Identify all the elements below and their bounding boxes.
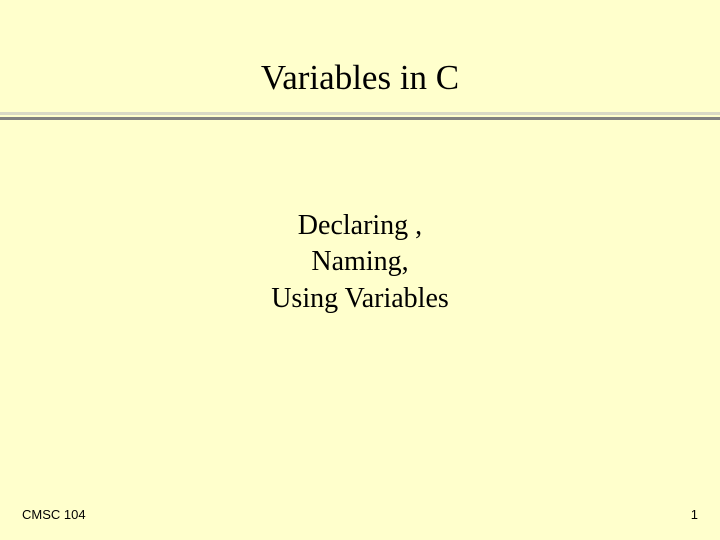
subtitle-line-3: Using Variables (0, 281, 720, 317)
footer-course: CMSC 104 (22, 507, 86, 522)
subtitle-line-1: Declaring , (0, 208, 720, 244)
divider-dark (0, 117, 720, 120)
divider-light (0, 112, 720, 115)
slide-subtitle: Declaring , Naming, Using Variables (0, 208, 720, 317)
slide-title: Variables in C (0, 58, 720, 98)
title-divider (0, 112, 720, 120)
footer-page-number: 1 (691, 507, 698, 522)
subtitle-line-2: Naming, (0, 244, 720, 280)
slide: Variables in C Declaring , Naming, Using… (0, 0, 720, 540)
